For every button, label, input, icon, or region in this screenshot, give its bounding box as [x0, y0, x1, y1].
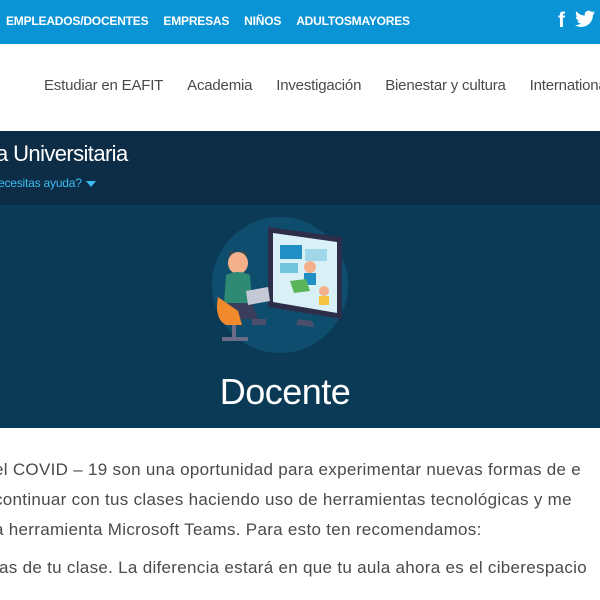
audience-links: EMPLEADOS/DOCENTES EMPRESAS NIÑOS ADULTO… — [6, 14, 410, 28]
paragraph-line: el COVID – 19 son una oportunidad para e… — [0, 460, 582, 479]
link-empresas[interactable]: EMPRESAS — [163, 14, 229, 28]
nav-academia[interactable]: Academia — [187, 77, 252, 94]
link-ninos[interactable]: NIÑOS — [244, 14, 281, 28]
hero-banner: a Universitaria ecesitas ayuda? Docente — [0, 131, 600, 428]
facebook-icon[interactable]: f — [558, 10, 565, 33]
paragraph-line: ías de tu clase. La diferencia estará en… — [0, 558, 587, 577]
nav-international[interactable]: International — [530, 77, 600, 94]
paragraph-line: a herramienta Microsoft Teams. Para esto… — [0, 520, 482, 539]
nav-estudiar[interactable]: Estudiar en EAFIT — [44, 77, 163, 94]
teacher-computer-illustration — [212, 217, 348, 353]
top-bar: EMPLEADOS/DOCENTES EMPRESAS NIÑOS ADULTO… — [0, 0, 600, 44]
social-links: f — [558, 10, 595, 33]
paragraph-line: continuar con tus clases haciendo uso de… — [0, 490, 572, 509]
main-navigation: Estudiar en EAFIT Academia Investigación… — [0, 44, 600, 130]
page-heading: Docente — [219, 371, 351, 412]
twitter-bird-icon — [575, 10, 595, 27]
twitter-icon[interactable] — [575, 10, 595, 33]
nav-bienestar[interactable]: Bienestar y cultura — [385, 77, 506, 94]
section-title: a Universitaria — [0, 141, 128, 166]
content-body: el COVID – 19 son una oportunidad para e… — [0, 455, 600, 583]
link-adultos-mayores[interactable]: ADULTOSMAYORES — [296, 14, 410, 28]
link-empleados-docentes[interactable]: EMPLEADOS/DOCENTES — [6, 14, 149, 28]
help-dropdown[interactable]: ecesitas ayuda? — [0, 176, 96, 190]
chevron-down-icon — [85, 180, 96, 187]
hero-header: a Universitaria ecesitas ayuda? — [0, 131, 600, 205]
help-link-label: ecesitas ayuda? — [0, 176, 82, 190]
nav-investigacion[interactable]: Investigación — [276, 77, 361, 94]
